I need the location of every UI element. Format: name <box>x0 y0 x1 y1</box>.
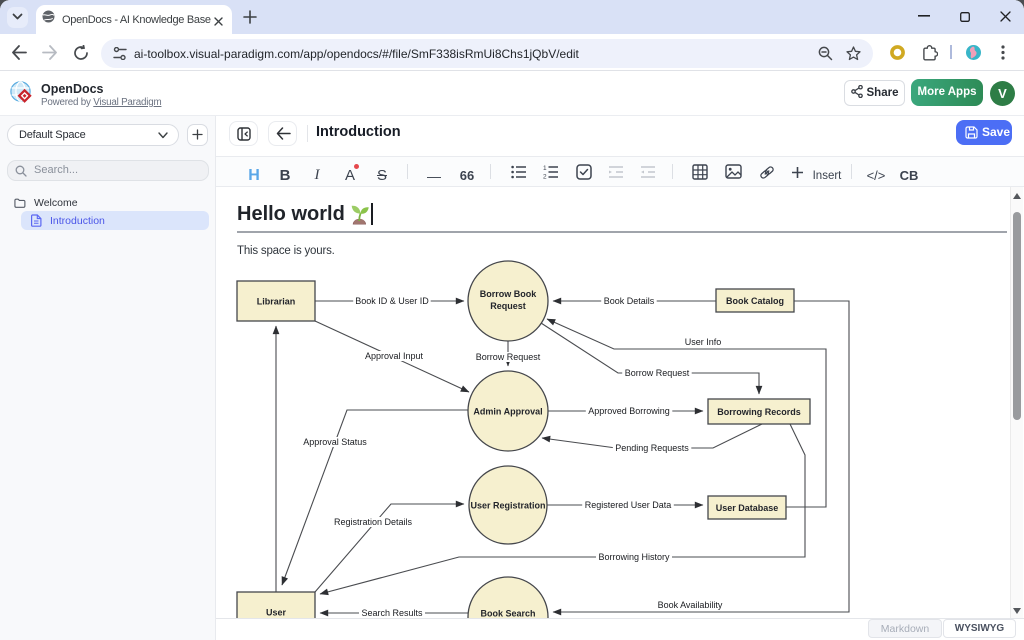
svg-text:Admin Approval: Admin Approval <box>473 407 542 417</box>
svg-text:User Info: User Info <box>685 337 722 347</box>
svg-text:Approved Borrowing: Approved Borrowing <box>588 406 670 416</box>
svg-text:User Registration: User Registration <box>470 501 545 511</box>
svg-text:Book Availability: Book Availability <box>658 600 723 610</box>
svg-text:Book Search: Book Search <box>480 609 535 619</box>
svg-text:User: User <box>266 608 287 618</box>
svg-text:Pending Requests: Pending Requests <box>615 443 689 453</box>
svg-text:Book Catalog: Book Catalog <box>726 296 784 306</box>
svg-text:Approval Status: Approval Status <box>303 437 367 447</box>
svg-text:User Database: User Database <box>716 503 779 513</box>
svg-text:Borrowing History: Borrowing History <box>598 552 670 562</box>
svg-text:1: 1 <box>543 165 547 172</box>
svg-text:Borrow Request: Borrow Request <box>476 352 541 362</box>
svg-text:Registered User Data: Registered User Data <box>585 500 672 510</box>
svg-text:Book Details: Book Details <box>604 296 655 306</box>
svg-text:Book ID & User ID: Book ID & User ID <box>355 296 429 306</box>
svg-text:Registration Details: Registration Details <box>334 517 413 527</box>
svg-text:Approval Input: Approval Input <box>365 351 424 361</box>
svg-text:Borrow Book: Borrow Book <box>480 289 537 299</box>
svg-text:Request: Request <box>490 301 526 311</box>
svg-text:Librarian: Librarian <box>257 297 296 307</box>
svg-text:2: 2 <box>543 174 547 180</box>
svg-text:Borrowing Records: Borrowing Records <box>717 407 801 417</box>
svg-text:Borrow Request: Borrow Request <box>625 368 690 378</box>
svg-text:Search Results: Search Results <box>361 608 423 618</box>
